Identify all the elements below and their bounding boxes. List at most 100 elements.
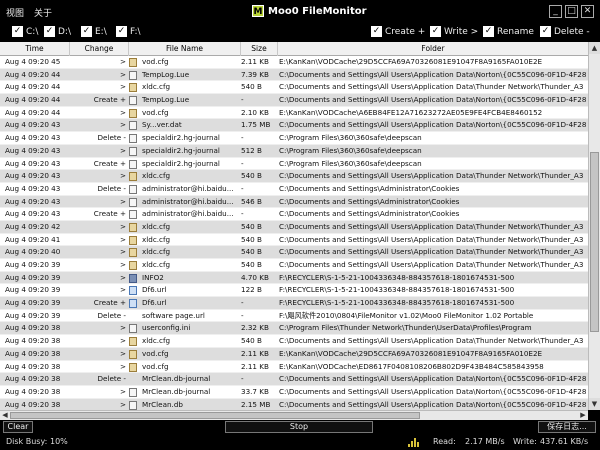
- cell-time: Aug 4 09:20 43: [5, 209, 61, 219]
- column-folder[interactable]: Folder: [278, 42, 588, 56]
- cell-change: >: [119, 57, 126, 66]
- cell-file-name: administrator@hi.baidu...: [142, 209, 234, 219]
- scroll-right-icon[interactable]: ▶: [578, 411, 588, 420]
- cell-size: 2.11 KB: [241, 361, 269, 371]
- cell-size: 546 B: [241, 196, 262, 206]
- table-row[interactable]: Aug 4 09:20 38 > xldc.cfg 540 B C:\Documents…: [0, 335, 588, 348]
- checkmark-icon: ✓: [44, 26, 55, 37]
- drive-f-checkbox[interactable]: ✓ F:\: [116, 26, 141, 37]
- config-file-icon: [129, 235, 137, 245]
- table-row[interactable]: Aug 4 09:20 38 Delete - MrClean.db-journal…: [0, 373, 588, 386]
- filter-rename-checkbox[interactable]: ✓ Rename: [483, 26, 534, 37]
- minimize-button[interactable]: _: [549, 5, 562, 18]
- table-row[interactable]: Aug 4 09:20 44 Create + TempLog.Lue - C:\Doc…: [0, 94, 588, 107]
- table-row[interactable]: Aug 4 09:20 45 > vod.cfg 2.11 KB E:\KanKan\V…: [0, 56, 588, 69]
- config-file-icon: [129, 248, 137, 258]
- activity-meter-icon: [408, 437, 419, 447]
- cell-folder: E:\KanKan\VODCache\ED8617F0408108206B802…: [279, 361, 544, 371]
- table-row[interactable]: Aug 4 09:20 38 > MrClean.db 2.15 MB C:\Docum…: [0, 398, 588, 410]
- cell-change: >: [119, 361, 126, 371]
- column-change[interactable]: Change: [70, 42, 129, 56]
- table-row[interactable]: Aug 4 09:20 39 > Df6.url 122 B F:\RECYCLER\S…: [0, 284, 588, 298]
- document-icon: [129, 184, 137, 194]
- cell-time: Aug 4 09:20 43: [5, 196, 61, 206]
- document-icon: [129, 387, 137, 397]
- table-row[interactable]: Aug 4 09:20 43 > xldc.cfg 540 B C:\Documents…: [0, 170, 588, 183]
- checkmark-icon: ✓: [81, 26, 92, 37]
- scroll-left-icon[interactable]: ◀: [0, 411, 10, 420]
- table-row[interactable]: Aug 4 09:20 38 > vod.cfg 2.11 KB E:\KanKan\V…: [0, 347, 588, 361]
- drive-e-checkbox[interactable]: ✓ E:\: [81, 26, 107, 37]
- scroll-down-icon[interactable]: ▼: [589, 398, 600, 410]
- menu-about[interactable]: 关于: [34, 6, 52, 19]
- scroll-up-icon[interactable]: ▲: [589, 42, 600, 54]
- cell-file-name: software page.url: [142, 310, 205, 320]
- disk-busy-value: 10%: [50, 437, 68, 446]
- table-row[interactable]: Aug 4 09:20 43 > specialdir2.hg-journal 512…: [0, 144, 588, 158]
- drive-d-checkbox[interactable]: ✓ D:\: [44, 26, 71, 37]
- table-row[interactable]: Aug 4 09:20 43 Create + administrator@hi.b…: [0, 208, 588, 221]
- save-log-button[interactable]: 保存日志...: [538, 421, 596, 433]
- cell-time: Aug 4 09:20 44: [5, 95, 61, 105]
- cell-file-name: specialdir2.hg-journal: [142, 133, 220, 143]
- cell-change: >: [119, 120, 126, 130]
- table-row[interactable]: Aug 4 09:20 41 > xldc.cfg 540 B C:\Documents…: [0, 234, 588, 247]
- drive-c-checkbox[interactable]: ✓ C:\: [12, 26, 38, 37]
- document-icon: [129, 197, 137, 207]
- table-row[interactable]: Aug 4 09:20 43 Delete - administrator@hi.b…: [0, 183, 588, 196]
- cell-file-name: xldc.cfg: [142, 260, 171, 269]
- cell-file-name: administrator@hi.baidu...: [142, 196, 234, 206]
- url-file-icon: [129, 299, 137, 309]
- cell-file-name: vod.cfg: [142, 57, 169, 66]
- filter-delete-checkbox[interactable]: ✓ Delete -: [540, 26, 590, 37]
- cell-folder: C:\Program Files\360\360safe\deepscan: [279, 133, 422, 143]
- checkmark-icon: ✓: [116, 26, 127, 37]
- column-file-name[interactable]: File Name: [129, 42, 241, 56]
- cell-folder: E:\KanKan\VODCache\29D5CCFA69A70326081E9…: [279, 57, 543, 66]
- cell-size: 2.11 KB: [241, 348, 269, 358]
- table-row[interactable]: Aug 4 09:20 38 > userconfig.ini 2.32 KB C:\P…: [0, 322, 588, 336]
- table-row[interactable]: Aug 4 09:20 44 > xldc.cfg 540 B C:\Documents…: [0, 81, 588, 95]
- table-row[interactable]: Aug 4 09:20 40 > xldc.cfg 540 B C:\Documents…: [0, 246, 588, 259]
- table-row[interactable]: Aug 4 09:20 38 > vod.cfg 2.11 KB E:\KanKan\V…: [0, 361, 588, 374]
- config-file-icon: [129, 362, 137, 372]
- table-row[interactable]: Aug 4 09:20 39 > INFO2 4.70 KB F:\RECYCLER\S…: [0, 271, 588, 285]
- cell-file-name: xldc.cfg: [142, 82, 171, 92]
- table-row[interactable]: Aug 4 09:20 39 > xldc.cfg 540 B C:\Documents…: [0, 259, 588, 272]
- menu-view[interactable]: 视图: [6, 6, 24, 19]
- maximize-button[interactable]: □: [565, 5, 578, 18]
- vertical-scroll-thumb[interactable]: [590, 152, 599, 332]
- table-row[interactable]: Aug 4 09:20 42 > xldc.cfg 540 B C:\Documents…: [0, 220, 588, 234]
- column-size[interactable]: Size: [241, 42, 278, 56]
- column-time[interactable]: Time: [0, 42, 70, 56]
- table-row[interactable]: Aug 4 09:20 39 Delete - software page.url -…: [0, 310, 588, 323]
- cell-time: Aug 4 09:20 39: [5, 298, 61, 308]
- horizontal-scroll-thumb[interactable]: [10, 412, 420, 419]
- vertical-scrollbar[interactable]: ▲ ▼: [588, 42, 600, 410]
- cell-folder: C:\Documents and Settings\All Users\Appl…: [279, 247, 584, 257]
- table-row[interactable]: Aug 4 09:20 44 > TempLog.Lue 7.39 KB C:\Docu…: [0, 68, 588, 82]
- table-row[interactable]: Aug 4 09:20 43 Create + specialdir2.hg-jou…: [0, 158, 588, 171]
- table-row[interactable]: Aug 4 09:20 43 > Sy...ver.dat 1.75 MB C:\Doc…: [0, 119, 588, 133]
- table-row[interactable]: Aug 4 09:20 43 > administrator@hi.baidu...…: [0, 195, 588, 209]
- table-row[interactable]: Aug 4 09:20 44 > vod.cfg 2.10 KB E:\KanKan\V…: [0, 107, 588, 120]
- stop-button[interactable]: Stop: [225, 421, 373, 433]
- horizontal-scrollbar[interactable]: ◀ ▶: [0, 410, 588, 420]
- cell-folder: C:\Documents and Settings\All Users\Appl…: [279, 336, 584, 346]
- system-file-icon: [129, 273, 137, 283]
- cell-size: -: [241, 310, 244, 320]
- cell-file-name: Sy...ver.dat: [142, 120, 182, 130]
- filter-create-checkbox[interactable]: ✓ Create +: [371, 26, 425, 37]
- filter-write-checkbox[interactable]: ✓ Write >: [430, 26, 478, 37]
- cell-file-name: specialdir2.hg-journal: [142, 145, 220, 155]
- table-row[interactable]: Aug 4 09:20 38 > MrClean.db-journal 33.7 KB…: [0, 386, 588, 399]
- table-row[interactable]: Aug 4 09:20 43 Delete - specialdir2.hg-jou…: [0, 132, 588, 145]
- cell-file-name: userconfig.ini: [142, 323, 191, 333]
- cell-folder: C:\Documents and Settings\Administrator\…: [279, 183, 460, 193]
- table-row[interactable]: Aug 4 09:20 39 Create + Df6.url - F:\RECYCLE…: [0, 297, 588, 310]
- clear-button[interactable]: Clear: [3, 421, 33, 433]
- cell-size: 540 B: [241, 247, 262, 257]
- cell-change: >: [119, 386, 126, 396]
- cell-folder: C:\Program Files\Thunder Network\Thunder…: [279, 323, 532, 333]
- close-button[interactable]: ✕: [581, 5, 594, 18]
